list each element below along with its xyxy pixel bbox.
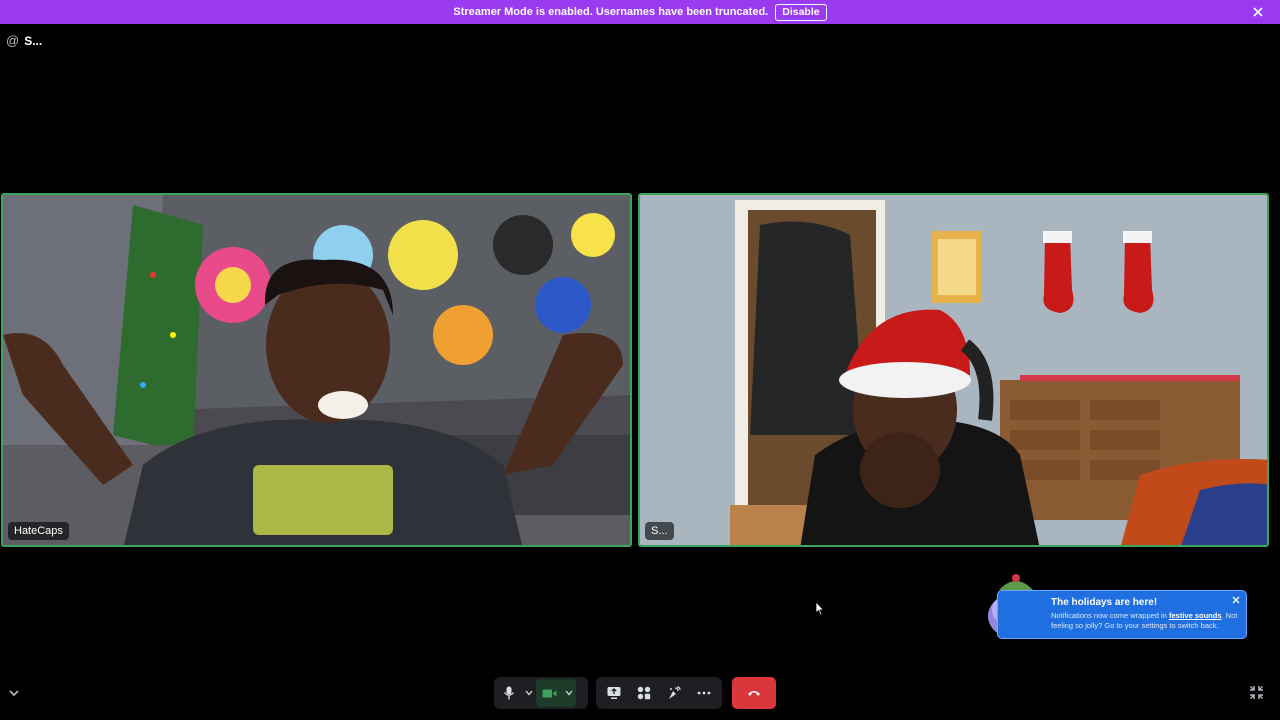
disable-streamer-mode-button[interactable]: Disable <box>775 3 827 21</box>
participant-name-tag: S... <box>645 522 674 540</box>
festive-sounds-link[interactable]: festive sounds <box>1169 611 1222 620</box>
hang-up-icon <box>748 691 760 696</box>
soundboard-icon <box>669 686 681 699</box>
channel-name[interactable]: S... <box>24 34 42 48</box>
activities-button[interactable] <box>630 679 658 707</box>
more-options-button[interactable] <box>690 679 718 707</box>
actions-group <box>596 677 722 709</box>
video-feed <box>3 195 630 545</box>
close-icon[interactable] <box>1231 595 1241 605</box>
camera-icon <box>542 689 556 697</box>
activities-icon <box>637 686 651 700</box>
exit-fullscreen-icon[interactable] <box>1249 685 1264 700</box>
video-tile-s[interactable]: S... <box>638 193 1269 547</box>
audio-video-group <box>494 677 588 709</box>
more-icon <box>697 691 711 695</box>
banner-text: Streamer Mode is enabled. Usernames have… <box>453 6 769 18</box>
video-feed <box>640 195 1267 545</box>
disconnect-button[interactable] <box>732 677 776 709</box>
camera-button[interactable] <box>536 679 562 707</box>
video-tile-hatecaps[interactable]: HateCaps <box>1 193 632 547</box>
close-icon[interactable] <box>1250 4 1266 20</box>
popup-body: Notifications now come wrapped in festiv… <box>1051 611 1238 631</box>
streamer-mode-banner: Streamer Mode is enabled. Usernames have… <box>0 0 1280 24</box>
channel-header: @ S... <box>6 33 42 48</box>
microphone-icon <box>503 686 515 700</box>
voice-controls <box>494 677 722 709</box>
chevron-down-icon[interactable] <box>7 686 21 700</box>
holiday-notification-popup[interactable]: The holidays are here! Notifications now… <box>997 590 1247 639</box>
camera-toggle[interactable] <box>536 679 576 707</box>
participant-name-tag: HateCaps <box>8 522 69 540</box>
microphone-button[interactable] <box>496 679 522 707</box>
mouse-cursor-icon <box>815 600 825 621</box>
screen-share-icon <box>607 687 621 699</box>
camera-options-chevron-icon[interactable] <box>562 679 576 707</box>
microphone-options-chevron-icon[interactable] <box>522 679 536 707</box>
at-icon: @ <box>6 33 20 48</box>
popup-title: The holidays are here! <box>1051 597 1158 608</box>
soundboard-button[interactable] <box>660 679 688 707</box>
popup-body-text: Notifications now come wrapped in <box>1051 611 1169 620</box>
screen-share-button[interactable] <box>600 679 628 707</box>
